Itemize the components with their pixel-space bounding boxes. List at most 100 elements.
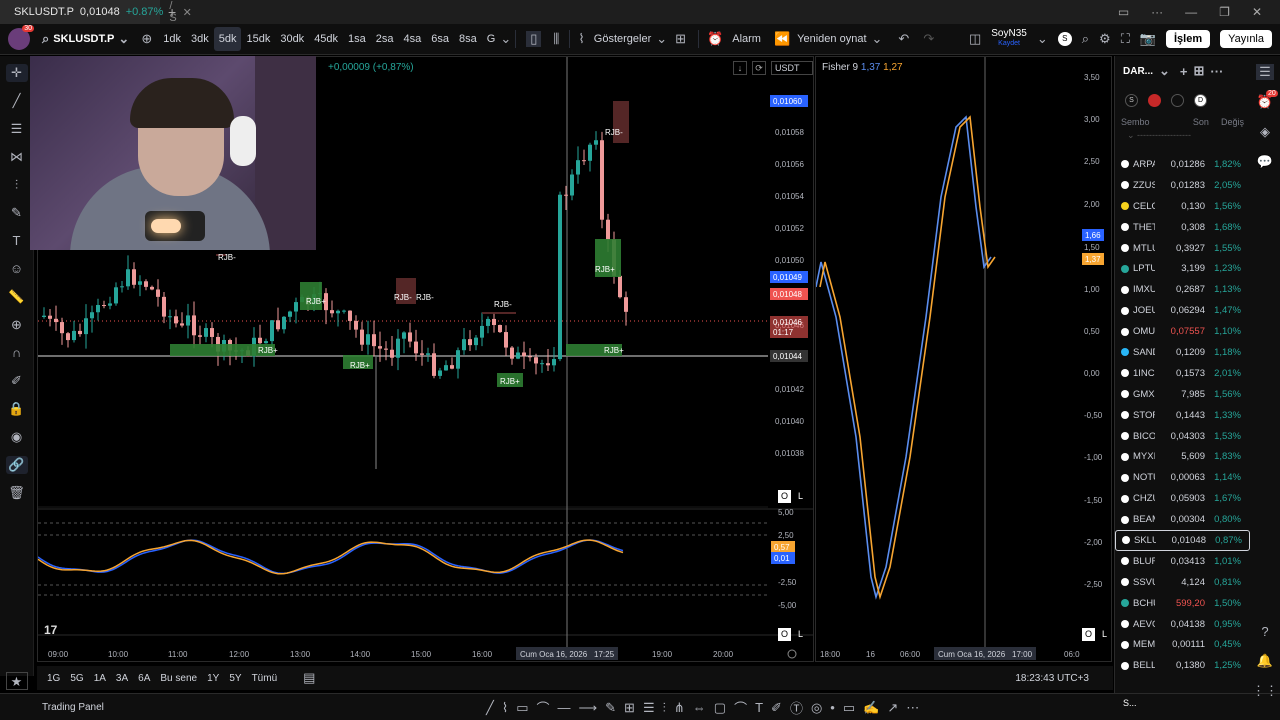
utc-clock[interactable]: 18:23:43 UTC+3 bbox=[1015, 673, 1113, 684]
callout-tool-icon[interactable]: ▭ bbox=[516, 700, 528, 716]
curve-tool-icon[interactable]: ⌒ bbox=[536, 698, 549, 717]
brush-icon[interactable]: ✎ bbox=[6, 204, 28, 222]
layout-grid-icon[interactable]: ⊞ bbox=[675, 31, 686, 47]
range-1A[interactable]: 1A bbox=[94, 673, 106, 684]
range-6A[interactable]: 6A bbox=[138, 673, 150, 684]
more-icon[interactable]: ··· bbox=[1151, 5, 1163, 19]
lock-icon[interactable]: 🔒 bbox=[6, 400, 28, 418]
hline-tool-icon[interactable]: ― bbox=[558, 700, 571, 715]
interval-G[interactable]: G bbox=[482, 27, 501, 51]
watchlist-row[interactable]: BICO 0,04303 1,53% bbox=[1115, 426, 1250, 447]
interval-2sa[interactable]: 2sa bbox=[371, 27, 399, 51]
eye-icon[interactable]: ◉ bbox=[6, 428, 28, 446]
rect-tool-icon[interactable]: ▢ bbox=[714, 700, 726, 716]
scale-l-button[interactable]: L bbox=[794, 490, 807, 503]
refresh-icon[interactable]: ⟳ bbox=[752, 61, 766, 75]
channel-tool-icon[interactable]: ⫶ bbox=[663, 700, 666, 716]
zoom-icon[interactable]: ⊕ bbox=[6, 316, 28, 334]
new-tab-button[interactable]: + bbox=[168, 4, 176, 20]
range-1Y[interactable]: 1Y bbox=[207, 673, 219, 684]
magnet-icon[interactable]: ∩ bbox=[6, 344, 28, 362]
interval-4sa[interactable]: 4sa bbox=[399, 27, 427, 51]
watchlist-bottom-sym[interactable]: S... bbox=[1123, 698, 1137, 708]
watchlist-section[interactable]: ⌄ ------------------ bbox=[1115, 130, 1250, 154]
watchlist-icon[interactable]: ☰ bbox=[1256, 64, 1274, 80]
range-5Y[interactable]: 5Y bbox=[229, 673, 241, 684]
prediction-icon[interactable]: ⫶ bbox=[6, 176, 28, 194]
replay-dropdown-icon[interactable]: ⌄ bbox=[872, 31, 883, 47]
range-Bu-sene[interactable]: Bu sene bbox=[160, 673, 197, 684]
watchlist-row[interactable]: MTLU 0,3927 1,55% bbox=[1115, 238, 1250, 259]
watchlist-row[interactable]: BLUR 0,03413 1,01% bbox=[1115, 551, 1250, 572]
browser-tab[interactable]: SKLUSDT.P 0,01048 +0.87% / S ✕ bbox=[0, 0, 192, 24]
date-range-icon[interactable]: ▤ bbox=[303, 670, 315, 686]
settings-icon[interactable]: ⚙ bbox=[1099, 31, 1111, 47]
text-icon[interactable]: T bbox=[6, 232, 28, 250]
interval-1dk[interactable]: 1dk bbox=[158, 27, 186, 51]
pen-tool-icon[interactable]: ✐ bbox=[771, 700, 782, 716]
line-tool-icon[interactable]: ╱ bbox=[486, 700, 494, 716]
watchlist-row[interactable]: BELL 0,1380 1,25% bbox=[1115, 655, 1250, 676]
interval-8sa[interactable]: 8sa bbox=[454, 27, 482, 51]
compare-add-icon[interactable]: ⊕ bbox=[141, 31, 152, 47]
bars-icon[interactable]: ⫼ bbox=[553, 31, 559, 47]
dot-tool-icon[interactable]: • bbox=[830, 700, 835, 715]
watchlist-row[interactable]: SKLU 0,01048 0,87% bbox=[1115, 530, 1250, 551]
watchlist-row[interactable]: 1INC 0,1573 2,01% bbox=[1115, 363, 1250, 384]
layers-icon[interactable]: ◈ bbox=[1260, 124, 1270, 140]
watchlist-row[interactable]: OMU 0,07557 1,10% bbox=[1115, 321, 1250, 342]
user-dropdown-icon[interactable]: ⌄ bbox=[1037, 31, 1048, 47]
watchlist-row[interactable]: LPTU 3,199 1,23% bbox=[1115, 258, 1250, 279]
range-3A[interactable]: 3A bbox=[116, 673, 128, 684]
interval-30dk[interactable]: 30dk bbox=[275, 27, 309, 51]
add-symbol-icon[interactable]: + bbox=[1180, 64, 1188, 79]
interval-5dk[interactable]: 5dk bbox=[213, 27, 242, 51]
col-change[interactable]: Değiş bbox=[1209, 114, 1244, 130]
col-last[interactable]: Son bbox=[1170, 114, 1209, 130]
profile-avatar[interactable]: 30 bbox=[8, 25, 34, 50]
flag-red[interactable] bbox=[1148, 93, 1161, 107]
pointer-tool-icon[interactable]: ↗ bbox=[887, 700, 898, 716]
bell-icon[interactable]: 🔔 bbox=[1257, 653, 1273, 669]
watchlist-row[interactable]: MEM 0,00111 0,45% bbox=[1115, 634, 1250, 655]
watchlist-row[interactable]: ZZUS 0,01283 2,05% bbox=[1115, 175, 1250, 196]
candles-icon[interactable]: ▯ bbox=[526, 31, 542, 47]
crosshair-icon[interactable]: ✛ bbox=[5, 64, 28, 82]
link-icon[interactable]: 🔗 bbox=[5, 456, 28, 474]
range-Tümü[interactable]: Tümü bbox=[252, 673, 278, 684]
user-box[interactable]: SoyN35 Kaydet bbox=[991, 29, 1027, 49]
fisher-scale-o-button[interactable]: O bbox=[1082, 628, 1095, 641]
fisher-scale-l-button[interactable]: L bbox=[1098, 628, 1111, 641]
indicators-button[interactable]: Göstergeler bbox=[589, 27, 656, 51]
more-tools-icon[interactable]: ⋯ bbox=[906, 700, 919, 716]
fib-icon[interactable]: ☰ bbox=[6, 120, 28, 138]
watchlist-row[interactable]: AEVO 0,04138 0,95% bbox=[1115, 614, 1250, 635]
watchlist-row[interactable]: SSVU 4,124 0,81% bbox=[1115, 572, 1250, 593]
watchlist-row[interactable]: BCHU 599,20 1,50% bbox=[1115, 593, 1250, 614]
ruler-icon[interactable]: 📏 bbox=[6, 288, 28, 306]
watchlist-row[interactable]: CELO 0,130 1,56% bbox=[1115, 196, 1250, 217]
fullscreen-icon[interactable]: ⛶ bbox=[1121, 31, 1130, 47]
star-icon[interactable]: ★ bbox=[5, 672, 28, 690]
interval-dropdown-icon[interactable]: ⌄ bbox=[500, 31, 511, 47]
pattern-icon[interactable]: ⋈ bbox=[6, 148, 28, 166]
watchlist-row[interactable]: STOR 0,1443 1,33% bbox=[1115, 405, 1250, 426]
interval-6sa[interactable]: 6sa bbox=[426, 27, 454, 51]
flag-d[interactable]: D bbox=[1194, 93, 1207, 107]
watchlist-row[interactable]: SAND 0,1209 1,18% bbox=[1115, 342, 1250, 363]
chevron-down-icon[interactable]: ⌄ bbox=[1159, 63, 1170, 79]
osc-scale-l-button[interactable]: L bbox=[794, 628, 807, 641]
help-icon[interactable]: ? bbox=[1261, 624, 1268, 639]
alarm-button[interactable]: Alarm bbox=[727, 27, 766, 51]
currency-select[interactable]: USDT bbox=[771, 61, 813, 75]
trade-button[interactable]: İşlem bbox=[1165, 30, 1211, 48]
signature-tool-icon[interactable]: ✍ bbox=[863, 700, 879, 716]
interval-1sa[interactable]: 1sa bbox=[343, 27, 371, 51]
range-5G[interactable]: 5G bbox=[70, 673, 83, 684]
brush-tool-icon[interactable]: ✎ bbox=[605, 700, 616, 716]
indicators-dropdown-icon[interactable]: ⌄ bbox=[656, 31, 667, 47]
restore-icon[interactable]: ❐ bbox=[1219, 5, 1230, 19]
circle-tool-icon[interactable]: ◎ bbox=[811, 700, 822, 716]
fisher-panel[interactable]: 3,50 3,00 2,50 2,00 1,50 1,00 0,50 0,00 -0,50 -1,… bbox=[815, 56, 1112, 662]
panel-layout-icon[interactable]: ◫ bbox=[969, 31, 981, 47]
